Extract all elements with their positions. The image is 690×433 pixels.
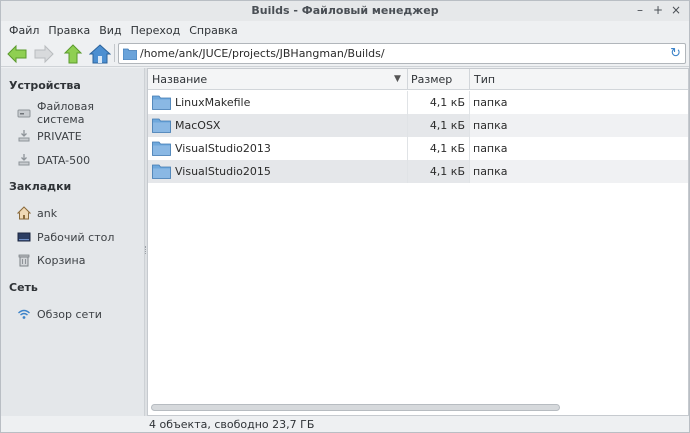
size-cell: 4,1 кБ	[407, 91, 469, 114]
usb-drive-icon	[17, 153, 31, 167]
sidebar-item-label: Обзор сети	[37, 307, 102, 321]
sidebar-heading-bookmarks: Закладки	[9, 180, 72, 193]
minimize-button[interactable]: –	[633, 3, 647, 17]
column-size[interactable]: Размер	[411, 73, 452, 86]
column-type[interactable]: Тип	[474, 73, 495, 86]
name-cell: LinuxMakefile	[148, 91, 407, 114]
sort-descending-icon: ▼	[394, 74, 401, 84]
menu-go[interactable]: Переход	[129, 24, 188, 37]
window-controls: – + ×	[633, 3, 683, 17]
size-cell: 4,1 кБ	[407, 137, 469, 160]
title-bar: Builds - Файловый менеджер – + ×	[1, 1, 689, 21]
sidebar-item-label: Корзина	[37, 253, 86, 267]
table-row[interactable]: VisualStudio2013 4,1 кБ папка	[148, 137, 688, 160]
file-type: папка	[473, 165, 508, 178]
sidebar-item-desktop[interactable]: Рабочий стол	[17, 228, 114, 246]
sidebar-heading-network: Сеть	[9, 281, 38, 294]
desktop-icon	[17, 230, 31, 244]
status-text: 4 объекта, свободно 23,7 ГБ	[149, 418, 315, 431]
type-cell: папка	[469, 114, 688, 137]
folder-icon	[152, 141, 171, 156]
sidebar-item-data-500[interactable]: DATA-500	[17, 151, 90, 169]
drive-icon	[17, 106, 31, 120]
file-type: папка	[473, 119, 508, 132]
maximize-button[interactable]: +	[651, 3, 665, 17]
type-cell: папка	[469, 160, 688, 183]
sidebar-item-trash[interactable]: Корзина	[17, 251, 85, 269]
toolbar: /home/ank/JUCE/projects/JBHangman/Builds…	[1, 40, 689, 67]
file-manager-window: Builds - Файловый менеджер – + × Файл Пр…	[0, 0, 690, 433]
forward-button[interactable]	[33, 43, 55, 65]
horizontal-scrollbar[interactable]	[148, 402, 688, 414]
size-cell: 4,1 кБ	[407, 160, 469, 183]
file-size: 4,1 кБ	[429, 165, 465, 178]
file-type: папка	[473, 142, 508, 155]
wifi-icon	[17, 307, 31, 321]
sidebar-item-label: DATA-500	[37, 153, 91, 167]
sidebar: Устройства Файловая система PRIVATE DATA…	[1, 68, 144, 416]
table-row[interactable]: LinuxMakefile 4,1 кБ папка	[148, 91, 688, 114]
reload-icon[interactable]: ↻	[670, 46, 681, 61]
toolbar-separator	[114, 44, 115, 62]
sidebar-item-label: Файловая система	[37, 100, 94, 126]
location-path[interactable]: /home/ank/JUCE/projects/JBHangman/Builds…	[140, 47, 385, 60]
menu-help[interactable]: Справка	[187, 24, 244, 37]
sidebar-item-label: ank	[37, 206, 58, 220]
home-icon	[17, 206, 31, 220]
file-type: папка	[473, 96, 508, 109]
menu-edit[interactable]: Правка	[46, 24, 97, 37]
window-title: Builds - Файловый менеджер	[251, 4, 439, 17]
arrow-right-icon	[34, 44, 54, 64]
arrow-left-icon	[7, 44, 27, 64]
menu-bar: Файл Правка Вид Переход Справка	[1, 21, 689, 40]
file-name: MacOSX	[175, 119, 221, 132]
menu-file[interactable]: Файл	[7, 24, 46, 37]
file-list-view: Название ▼ Размер Тип LinuxMakefile 4,1 …	[147, 68, 689, 416]
name-cell: VisualStudio2015	[148, 160, 407, 183]
arrow-up-icon	[63, 44, 83, 64]
home-button[interactable]	[88, 43, 112, 65]
trash-icon	[17, 253, 31, 267]
file-name: LinuxMakefile	[175, 96, 251, 109]
up-button[interactable]	[62, 43, 84, 65]
sidebar-item-browse-network[interactable]: Обзор сети	[17, 305, 102, 323]
status-bar: 4 объекта, свободно 23,7 ГБ	[147, 416, 689, 433]
column-name[interactable]: Название	[152, 73, 207, 86]
usb-drive-icon	[17, 129, 31, 143]
column-separator[interactable]	[407, 69, 408, 90]
close-button[interactable]: ×	[669, 3, 683, 17]
folder-icon	[152, 95, 171, 110]
back-button[interactable]	[6, 43, 28, 65]
sidebar-item-ank[interactable]: ank	[17, 204, 57, 222]
folder-icon	[152, 118, 171, 133]
home-icon	[88, 44, 112, 64]
type-cell: папка	[469, 137, 688, 160]
name-cell: VisualStudio2013	[148, 137, 407, 160]
file-size: 4,1 кБ	[429, 142, 465, 155]
column-header: Название ▼ Размер Тип	[148, 69, 688, 90]
sidebar-item-label: Рабочий стол	[37, 230, 115, 244]
table-row[interactable]: MacOSX 4,1 кБ папка	[148, 114, 688, 137]
folder-icon	[123, 48, 137, 60]
location-bar[interactable]: /home/ank/JUCE/projects/JBHangman/Builds…	[118, 43, 686, 64]
table-row[interactable]: VisualStudio2015 4,1 кБ папка	[148, 160, 688, 183]
size-cell: 4,1 кБ	[407, 114, 469, 137]
column-separator[interactable]	[469, 69, 470, 90]
file-size: 4,1 кБ	[429, 119, 465, 132]
sidebar-item-private[interactable]: PRIVATE	[17, 127, 82, 145]
type-cell: папка	[469, 91, 688, 114]
file-size: 4,1 кБ	[429, 96, 465, 109]
sidebar-item-filesystem[interactable]: Файловая система	[17, 100, 144, 126]
folder-icon	[152, 164, 171, 179]
file-name: VisualStudio2013	[175, 142, 271, 155]
sidebar-heading-devices: Устройства	[9, 79, 81, 92]
sidebar-item-label: PRIVATE	[37, 129, 82, 143]
file-name: VisualStudio2015	[175, 165, 271, 178]
menu-view[interactable]: Вид	[97, 24, 128, 37]
name-cell: MacOSX	[148, 114, 407, 137]
scrollbar-thumb[interactable]	[151, 404, 560, 411]
